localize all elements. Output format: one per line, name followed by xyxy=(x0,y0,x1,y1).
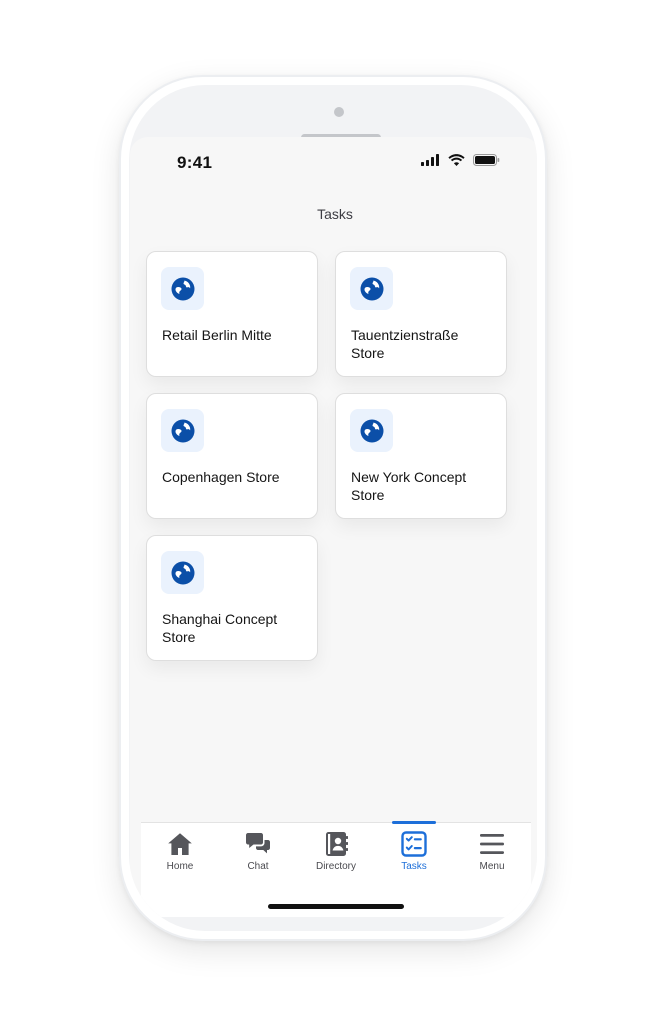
store-card-copenhagen[interactable]: Copenhagen Store xyxy=(146,393,318,519)
store-card-new-york[interactable]: New York Concept Store xyxy=(335,393,507,519)
tab-tasks[interactable]: Tasks xyxy=(375,821,453,883)
battery-icon xyxy=(473,154,500,166)
store-card-label: Shanghai Concept Store xyxy=(162,611,278,645)
tab-label: Chat xyxy=(247,861,269,872)
store-card-label: New York Concept Store xyxy=(351,469,467,503)
store-card-label: Tauentzienstraße Store xyxy=(351,327,459,361)
status-time: 9:41 xyxy=(177,153,213,172)
phone-frame: 9:41 Tasks Retail Berlin Mitte Tauentzie… xyxy=(119,75,547,941)
store-card-label: Copenhagen Store xyxy=(162,469,280,485)
app-screen: 9:41 Tasks Retail Berlin Mitte Tauentzie… xyxy=(130,137,537,917)
wifi-icon xyxy=(448,154,465,166)
page-title: Tasks xyxy=(317,206,353,222)
chat-icon xyxy=(245,831,271,857)
active-tab-indicator xyxy=(392,821,436,824)
status-bar: 9:41 xyxy=(130,137,537,187)
tab-label: Menu xyxy=(479,861,505,872)
globe-icon xyxy=(161,551,204,594)
tab-label: Home xyxy=(166,861,194,872)
directory-icon xyxy=(323,831,349,857)
tab-home[interactable]: Home xyxy=(141,823,219,883)
status-icons xyxy=(421,154,500,166)
home-indicator[interactable] xyxy=(268,904,404,909)
tab-chat[interactable]: Chat xyxy=(219,823,297,883)
tasks-icon xyxy=(401,831,427,857)
menu-icon xyxy=(479,831,505,857)
globe-icon xyxy=(161,267,204,310)
tab-bar: Home Chat Directory Tasks Menu xyxy=(141,821,531,917)
globe-icon xyxy=(350,267,393,310)
globe-icon xyxy=(350,409,393,452)
tab-menu[interactable]: Menu xyxy=(453,823,531,883)
phone-bezel: 9:41 Tasks Retail Berlin Mitte Tauentzie… xyxy=(129,85,537,931)
home-icon xyxy=(167,831,193,857)
store-card-label: Retail Berlin Mitte xyxy=(162,327,272,343)
tab-label: Directory xyxy=(315,861,356,872)
front-camera xyxy=(334,107,344,117)
store-card-retail-berlin-mitte[interactable]: Retail Berlin Mitte xyxy=(146,251,318,377)
store-card-shanghai[interactable]: Shanghai Concept Store xyxy=(146,535,318,661)
tab-label: Tasks xyxy=(401,861,427,872)
tab-directory[interactable]: Directory xyxy=(297,823,375,883)
globe-icon xyxy=(161,409,204,452)
store-card-tauentzienstrasse[interactable]: Tauentzienstraße Store xyxy=(335,251,507,377)
cellular-signal-icon xyxy=(421,154,440,166)
